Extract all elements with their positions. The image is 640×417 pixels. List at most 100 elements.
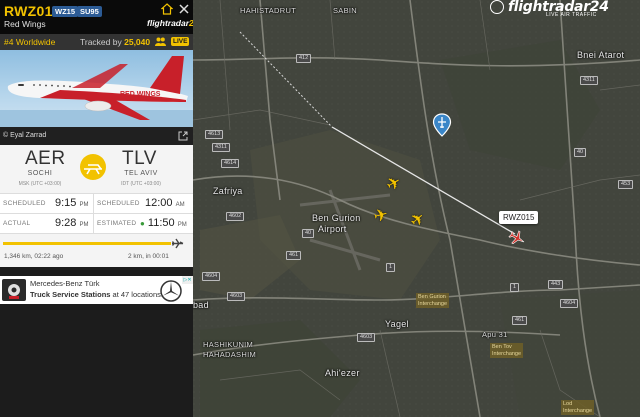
route-section: AER SOCHI MSK (UTC +03:00) TLV TEL AVIV … bbox=[0, 145, 193, 193]
destination-city: TEL AVIV bbox=[124, 170, 158, 177]
aircraft-photo[interactable]: RED WINGS bbox=[0, 50, 193, 127]
photo-credit[interactable]: © Eyal Zarrad bbox=[3, 132, 46, 139]
map-label-sabin: SABIN bbox=[333, 6, 358, 15]
live-badge: LIVE bbox=[171, 37, 190, 46]
close-icon[interactable] bbox=[178, 3, 190, 15]
origin-code[interactable]: AER bbox=[25, 148, 66, 170]
mercedes-star-icon[interactable] bbox=[159, 279, 183, 303]
destination-timezone: IDT (UTC +03:00) bbox=[121, 181, 161, 187]
service-station-icon bbox=[8, 284, 20, 299]
map-label-ben-gurion: Ben Gurion bbox=[312, 213, 361, 223]
ad-body-rest: at 47 locations. bbox=[110, 290, 163, 299]
arr-sched-value: 12:00 bbox=[145, 197, 173, 209]
estimated-label: ESTIMATED bbox=[97, 220, 137, 227]
origin-city: SOCHI bbox=[27, 170, 53, 177]
distance-flown: 1,346 km, 02:22 ago bbox=[4, 253, 64, 260]
distance-remaining: 2 km, in 00:01 bbox=[128, 253, 169, 260]
airline-name: Red Wings bbox=[4, 19, 46, 29]
interchange-ben-tov: Ben Tov Interchange bbox=[490, 343, 524, 358]
ad-body-bold: Truck Service Stations bbox=[30, 290, 111, 299]
road-shield: 1 bbox=[386, 263, 396, 272]
road-shield: 4604 bbox=[202, 272, 221, 281]
origin-timezone: MSK (UTC +03:00) bbox=[18, 181, 62, 187]
map-label-histadrut: HAHISTADRUT bbox=[240, 6, 297, 15]
progress-plane-icon bbox=[171, 238, 184, 249]
flight-progress: 1,346 km, 02:22 ago 2 km, in 00:01 bbox=[0, 233, 193, 267]
road-shield: 453 bbox=[618, 180, 634, 189]
photo-livery-text: RED WINGS bbox=[120, 91, 161, 98]
road-shield: 40 bbox=[574, 148, 587, 157]
flight-info-panel: RWZ015 WZ15 SU95 Red Wings flightradar24… bbox=[0, 0, 193, 417]
interchange-lod: Lod Interchange bbox=[561, 400, 595, 415]
adchoices-icon[interactable]: ▷✕ bbox=[182, 276, 193, 284]
globe-icon bbox=[490, 0, 504, 14]
ad-logo-icon bbox=[2, 279, 26, 301]
flight-number-badge: WZ15 bbox=[52, 6, 79, 17]
road-shield: 40 bbox=[302, 229, 315, 238]
departure-scheduled-time: 9:15 PM bbox=[55, 197, 88, 209]
users-icon bbox=[155, 37, 166, 46]
actual-row: ACTUAL 9:28 PM ESTIMATED ● 11:50 PM bbox=[0, 213, 193, 234]
road-shield: 461 bbox=[512, 316, 528, 325]
aircraft-type-badge: SU95 bbox=[77, 6, 102, 17]
tracked-number: 25,040 bbox=[124, 37, 151, 47]
ad-title[interactable]: Mercedes-Benz Türk bbox=[30, 279, 99, 288]
advertisement[interactable]: Mercedes-Benz Türk Truck Service Station… bbox=[0, 276, 193, 304]
selected-aircraft-icon[interactable] bbox=[508, 229, 526, 247]
road-shield: 412 bbox=[296, 54, 312, 63]
aircraft-photo-image: RED WINGS bbox=[0, 56, 193, 127]
road-shield: 4603 bbox=[227, 292, 246, 301]
interchange-ben-gurion: Ben Gurion Interchange bbox=[416, 293, 450, 308]
divider bbox=[93, 194, 94, 214]
road-shield: 4613 bbox=[205, 130, 224, 139]
map-label-yagel: Yagel bbox=[385, 319, 409, 329]
map-label-hashikunim: HASHIKUNIM bbox=[203, 340, 254, 349]
external-link-icon[interactable] bbox=[178, 131, 188, 141]
photo-credit-bar: © Eyal Zarrad bbox=[0, 127, 193, 145]
dep-sched-value: 9:15 bbox=[55, 197, 77, 209]
airport-pin-icon[interactable] bbox=[432, 113, 452, 137]
logo-tagline: LIVE AIR TRAFFIC bbox=[546, 12, 597, 18]
map-label-airport: Airport bbox=[318, 224, 347, 234]
worldwide-rank[interactable]: #4 Worldwide bbox=[4, 37, 55, 47]
scheduled-label: SCHEDULED bbox=[3, 200, 46, 207]
progress-fill bbox=[3, 242, 171, 245]
road-shield: 4311 bbox=[580, 76, 598, 85]
app-root: HAHISTADRUT SABIN Bnei Atarot Zafriya Be… bbox=[0, 0, 640, 417]
map-label-ahiezer: Ahi'ezer bbox=[325, 368, 360, 378]
panel-empty-area bbox=[0, 304, 193, 417]
selected-flight-tag[interactable]: RWZ015 bbox=[499, 211, 539, 224]
dep-actual-ampm: PM bbox=[79, 222, 89, 228]
scheduled-row: SCHEDULED 9:15 PM SCHEDULED 12:00 AM bbox=[0, 193, 193, 214]
arrival-scheduled-time: 12:00 AM bbox=[145, 197, 185, 209]
road-shield: 4604 bbox=[560, 299, 579, 308]
map-label-apu: Apu 31 bbox=[482, 330, 508, 339]
road-shield: 4603 bbox=[357, 333, 376, 342]
ad-body[interactable]: Truck Service Stations at 47 locations. bbox=[30, 290, 163, 299]
tracked-label: Tracked by bbox=[80, 37, 122, 47]
progress-track bbox=[3, 242, 171, 245]
arr-est-ampm: PM bbox=[177, 222, 187, 228]
scheduled-label: SCHEDULED bbox=[97, 200, 140, 207]
panel-brand-text: flightradar bbox=[147, 18, 190, 28]
road-shield: 4311 bbox=[212, 143, 230, 152]
dep-sched-ampm: PM bbox=[79, 202, 89, 208]
actual-label: ACTUAL bbox=[3, 220, 31, 227]
dep-actual-value: 9:28 bbox=[55, 217, 77, 229]
departure-actual-time: 9:28 PM bbox=[55, 217, 88, 229]
road-shield: 4614 bbox=[221, 159, 240, 168]
divider bbox=[93, 214, 94, 234]
panel-brand-number: 24 bbox=[189, 18, 193, 28]
road-shield: 443 bbox=[548, 280, 564, 289]
map-label-zafriya: Zafriya bbox=[213, 186, 243, 196]
rank-bar: #4 Worldwide Tracked by 25,040 LIVE bbox=[0, 34, 193, 50]
road-shield: 461 bbox=[286, 251, 302, 260]
map-label-bad: bad bbox=[193, 300, 209, 310]
destination-code[interactable]: TLV bbox=[122, 148, 157, 170]
bookmark-icon[interactable] bbox=[161, 3, 173, 15]
map-label-hahadashim: HAHADASHIM bbox=[203, 350, 257, 359]
panel-header: RWZ015 WZ15 SU95 Red Wings flightradar24 bbox=[0, 0, 193, 34]
arr-sched-ampm: AM bbox=[175, 202, 185, 208]
flightradar24-logo: flightradar24 LIVE AIR TRAFFIC bbox=[490, 0, 640, 20]
arrival-estimated-time: ● 11:50 PM bbox=[140, 217, 187, 229]
